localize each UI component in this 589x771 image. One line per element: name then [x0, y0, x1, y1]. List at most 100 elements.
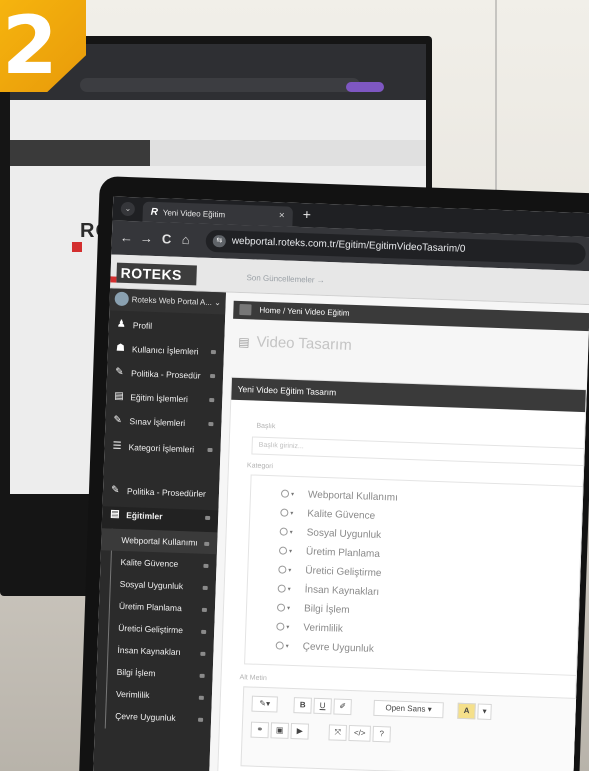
radio-icon[interactable]	[280, 508, 289, 517]
category-option-label: Verimlilik	[303, 622, 343, 635]
help-icon[interactable]: ?	[372, 725, 391, 743]
category-option[interactable]: ▾ Üretim Planlama	[278, 545, 381, 560]
text-color-caret-icon[interactable]: ▾	[477, 703, 492, 720]
site-info-icon[interactable]: ⇆	[212, 234, 227, 248]
expand-icon	[201, 607, 207, 612]
back-arrow-icon[interactable]: ←	[120, 230, 134, 245]
new-tab-button[interactable]: +	[303, 206, 312, 222]
radio-icon[interactable]	[276, 603, 286, 612]
category-option-label: Sosyal Uygunluk	[306, 527, 382, 542]
tab-close-icon[interactable]: ×	[279, 210, 285, 221]
expand-icon	[208, 421, 214, 427]
caret-down-icon: ▾	[290, 491, 295, 498]
expand-icon	[202, 585, 208, 591]
sidebar-item-label: Sınav İşlemleri	[129, 416, 186, 429]
category-option-label: Üretim Planlama	[305, 546, 381, 560]
expand-icon	[200, 651, 206, 656]
underline-button[interactable]: U	[313, 697, 332, 715]
radio-icon[interactable]	[278, 546, 288, 555]
text-color-button[interactable]: A	[457, 702, 476, 720]
category-option[interactable]: ▾ Bilgi İşlem	[276, 602, 350, 616]
book-icon: ▤	[110, 508, 120, 520]
category-option[interactable]: ▾ Webportal Kullanımı	[280, 489, 398, 504]
category-option[interactable]: ▾ Verimlilik	[276, 621, 343, 635]
category-option[interactable]: ▾ İnsan Kaynakları	[277, 583, 380, 598]
expand-icon	[209, 397, 215, 403]
caret-down-icon: ▾	[290, 510, 294, 517]
sidebar-subitem-label: Kalite Güvence	[120, 556, 179, 569]
updates-link[interactable]: Son Güncellemeler →	[246, 273, 325, 285]
sidebar-item-egitimler[interactable]: ▤ Eğitimler	[102, 502, 219, 530]
user-name: Roteks Web Portal A...	[131, 295, 213, 307]
radio-icon[interactable]	[278, 565, 287, 574]
radio-icon[interactable]	[275, 641, 284, 650]
category-field-label: Kategori	[246, 462, 274, 471]
caret-down-icon: ▾	[287, 586, 291, 593]
category-option-label: İnsan Kaynakları	[304, 584, 380, 598]
user-menu[interactable]: Roteks Web Portal A... ⌄	[109, 288, 227, 315]
forward-arrow-icon[interactable]: →	[140, 230, 154, 245]
radio-icon[interactable]	[279, 527, 288, 536]
radio-icon[interactable]	[276, 622, 285, 631]
magic-style-button[interactable]: ✎▾	[251, 695, 278, 713]
sidebar-subitem-label: Üretici Geliştirme	[118, 622, 184, 636]
laptop: ⌄ R Yeni Video Eğitim × + ← → C ⌂ ⇆ webp…	[79, 176, 589, 771]
step-number: 2	[2, 0, 58, 92]
sidebar-item-label: Eğitim İşlemleri	[130, 392, 189, 405]
logo-red-mark	[110, 276, 117, 283]
title-field-label: Başlık	[256, 422, 276, 431]
eraser-button[interactable]: ✐	[333, 698, 352, 716]
category-option[interactable]: ▾ Çevre Uygunluk	[275, 640, 374, 655]
sidebar-subitem-label: İnsan Kaynakları	[117, 644, 181, 658]
list-icon: ☰	[112, 440, 122, 452]
category-option-label: Üretici Geliştirme	[305, 565, 382, 580]
reload-icon[interactable]: C	[162, 231, 172, 246]
category-option-label: Bilgi İşlem	[303, 603, 350, 616]
back-monitor-address-bar	[80, 78, 360, 92]
page-title-text: Video Tasarım	[256, 333, 353, 354]
sidebar-item-kategori-islemleri[interactable]: ☰ Kategori İşlemleri	[104, 434, 221, 462]
link-icon[interactable]: ⚭	[250, 721, 270, 739]
page-title: ▤ Video Tasarım	[238, 333, 352, 354]
category-option[interactable]: ▾ Sosyal Uygunluk	[279, 526, 381, 541]
home-icon[interactable]: ⌂	[182, 232, 190, 247]
tab-title: Yeni Video Eğitim	[162, 208, 226, 220]
main-content: Home / Yeni Video Eğitim ▤ Video Tasarım…	[208, 292, 589, 771]
caret-down-icon: ▾	[288, 567, 292, 574]
expand-icon	[210, 349, 216, 355]
expand-icon	[198, 717, 204, 722]
back-monitor-profile-pill	[346, 82, 384, 92]
radio-icon[interactable]	[280, 489, 290, 498]
expand-icon	[205, 515, 211, 521]
sidebar-subitem-cevre-uygunluk[interactable]: Çevre Uygunluk	[95, 704, 212, 730]
address-url: webportal.roteks.com.tr/Egitim/EgitimVid…	[231, 235, 466, 255]
caret-down-icon: ▾	[286, 624, 290, 631]
form-panel: Yeni Video Eğitim Tasarım Başlık Başlık …	[216, 376, 587, 771]
font-family-select[interactable]: Open Sans ▾	[373, 699, 444, 719]
back-monitor-dark-toolbar	[10, 140, 150, 166]
expand-icon	[198, 695, 204, 700]
avatar	[114, 291, 129, 307]
sidebar-subitem-label: Verimlilik	[115, 688, 150, 701]
book-icon: ▤	[238, 334, 250, 350]
edit-icon: ✎	[110, 484, 120, 496]
category-option[interactable]: ▾ Kalite Güvence	[280, 508, 375, 522]
breadcrumb-text[interactable]: Home / Yeni Video Eğitim	[259, 306, 349, 318]
category-option[interactable]: ▾ Üretici Geliştirme	[278, 564, 382, 580]
rich-text-editor[interactable]: ✎▾ B U ✐ Open Sans ▾ A ▾ ⚭ ▣ ▶ ⤧ </> ?	[240, 686, 578, 771]
fullscreen-icon[interactable]: ⤧	[328, 724, 347, 741]
bold-button[interactable]: B	[293, 697, 312, 714]
sidebar-item-sinav-islemleri[interactable]: ✎ Sınav İşlemleri	[105, 408, 222, 436]
radio-icon[interactable]	[277, 584, 286, 593]
tab-list-icon[interactable]: ⌄	[120, 201, 136, 217]
category-option-label: Kalite Güvence	[307, 508, 376, 522]
sidebar-subitem-label: Webportal Kullanımı	[121, 534, 198, 548]
code-view-icon[interactable]: </>	[348, 725, 371, 742]
menu-toggle-icon[interactable]	[239, 303, 252, 316]
image-icon[interactable]: ▣	[270, 722, 290, 739]
roteks-logo[interactable]: ROTEKS	[116, 262, 197, 286]
video-icon[interactable]: ▶	[290, 722, 310, 740]
sidebar-item-label: Eğitimler	[126, 510, 163, 522]
title-input[interactable]: Başlık giriniz...	[251, 436, 586, 467]
chevron-down-icon: ⌄	[214, 298, 222, 308]
